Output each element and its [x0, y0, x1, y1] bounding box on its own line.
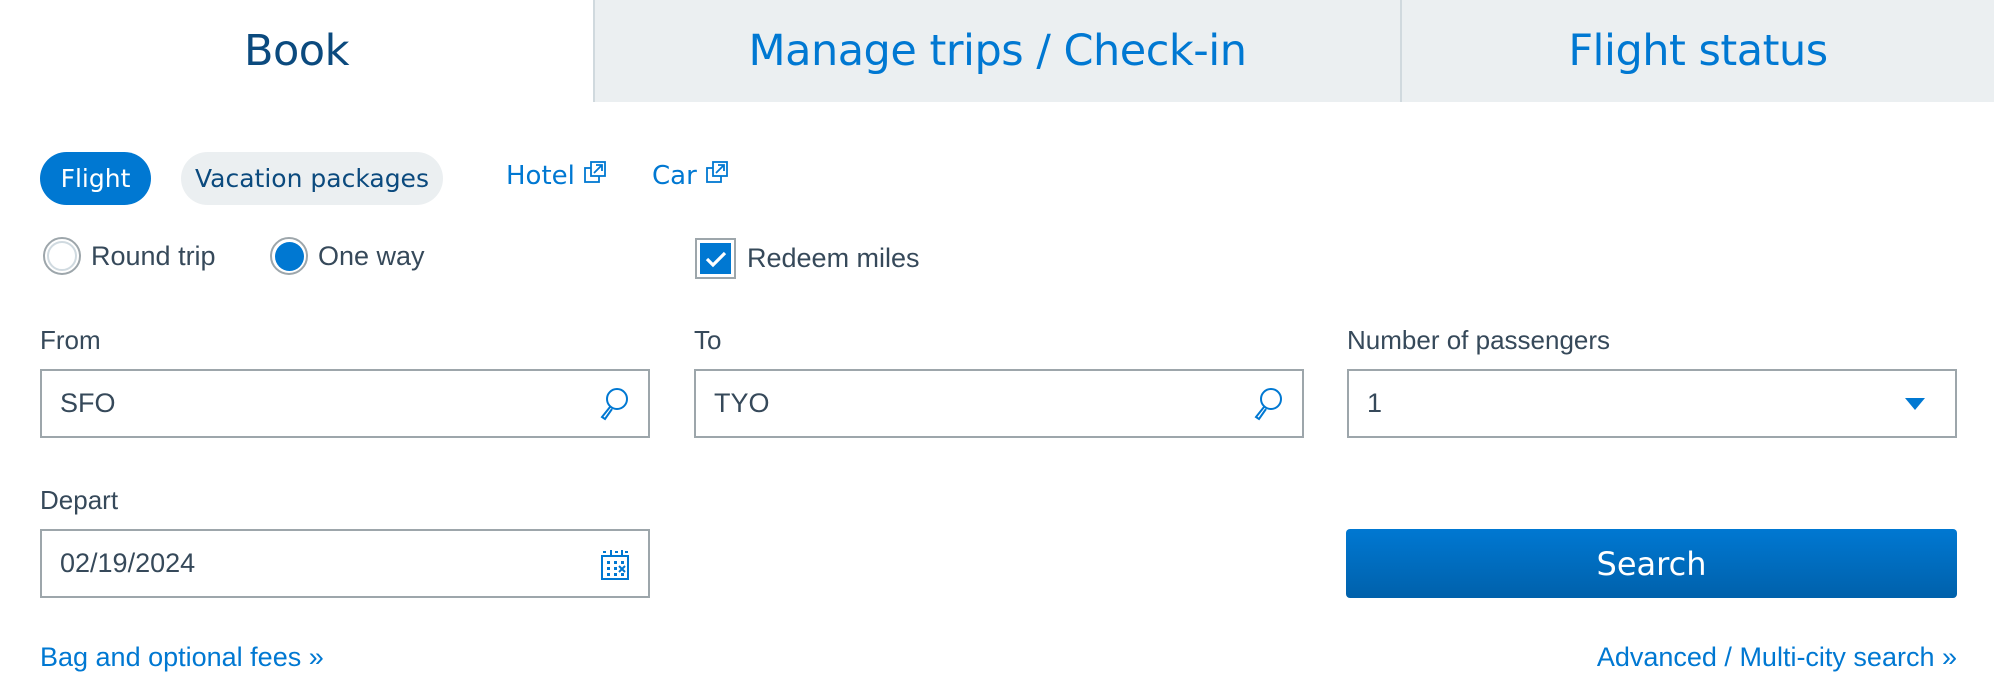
redeem-miles-label: Redeem miles [747, 243, 920, 273]
redeem-miles-checkbox[interactable]: Redeem miles [695, 238, 920, 279]
vacation-packages-pill-button[interactable]: Vacation packages [181, 152, 443, 205]
advanced-search-link[interactable]: Advanced / Multi-city search » [1597, 642, 1957, 673]
vacation-packages-pill-label: Vacation packages [195, 164, 429, 193]
from-input[interactable] [42, 371, 580, 436]
calendar-icon[interactable] [600, 547, 630, 581]
from-field[interactable] [40, 369, 650, 438]
from-label: From [40, 325, 101, 355]
tab-manage-trips[interactable]: Manage trips / Check-in [595, 0, 1400, 102]
depart-input[interactable] [42, 531, 580, 596]
to-label: To [694, 325, 722, 355]
round-trip-label: Round trip [91, 240, 216, 271]
search-button[interactable]: Search [1346, 529, 1957, 598]
round-trip-radio[interactable]: Round trip [43, 236, 216, 276]
radio-checked-icon[interactable] [270, 237, 308, 275]
search-icon[interactable] [1252, 387, 1284, 421]
passengers-value: 1 [1367, 388, 1383, 418]
hotel-link[interactable]: Hotel [506, 160, 607, 191]
flight-pill-button[interactable]: Flight [40, 152, 151, 205]
depart-label: Depart [40, 485, 119, 515]
search-icon[interactable] [598, 387, 630, 421]
tab-flight-status-label: Flight status [1568, 26, 1828, 76]
chevron-down-icon[interactable] [1905, 398, 1925, 410]
passengers-label: Number of passengers [1347, 325, 1611, 355]
checkbox-checked-icon[interactable] [695, 238, 736, 279]
main-tabs: Book Manage trips / Check-in Flight stat… [0, 0, 1994, 102]
external-link-icon [583, 160, 607, 191]
car-link[interactable]: Car [652, 160, 729, 191]
tab-book[interactable]: Book [0, 0, 593, 102]
flight-pill-label: Flight [60, 164, 131, 193]
tab-book-label: Book [243, 26, 350, 76]
one-way-radio[interactable]: One way [270, 236, 425, 276]
bag-fees-link[interactable]: Bag and optional fees » [40, 642, 324, 673]
passengers-select[interactable]: 1 [1347, 369, 1957, 438]
hotel-link-label: Hotel [506, 160, 575, 191]
tab-manage-trips-label: Manage trips / Check-in [748, 26, 1247, 76]
tab-flight-status[interactable]: Flight status [1402, 0, 1994, 102]
external-link-icon [705, 160, 729, 191]
car-link-label: Car [652, 160, 697, 191]
to-field[interactable] [694, 369, 1304, 438]
depart-field[interactable] [40, 529, 650, 598]
radio-unchecked-icon[interactable] [43, 237, 81, 275]
to-input[interactable] [696, 371, 1234, 436]
one-way-label: One way [318, 240, 425, 271]
